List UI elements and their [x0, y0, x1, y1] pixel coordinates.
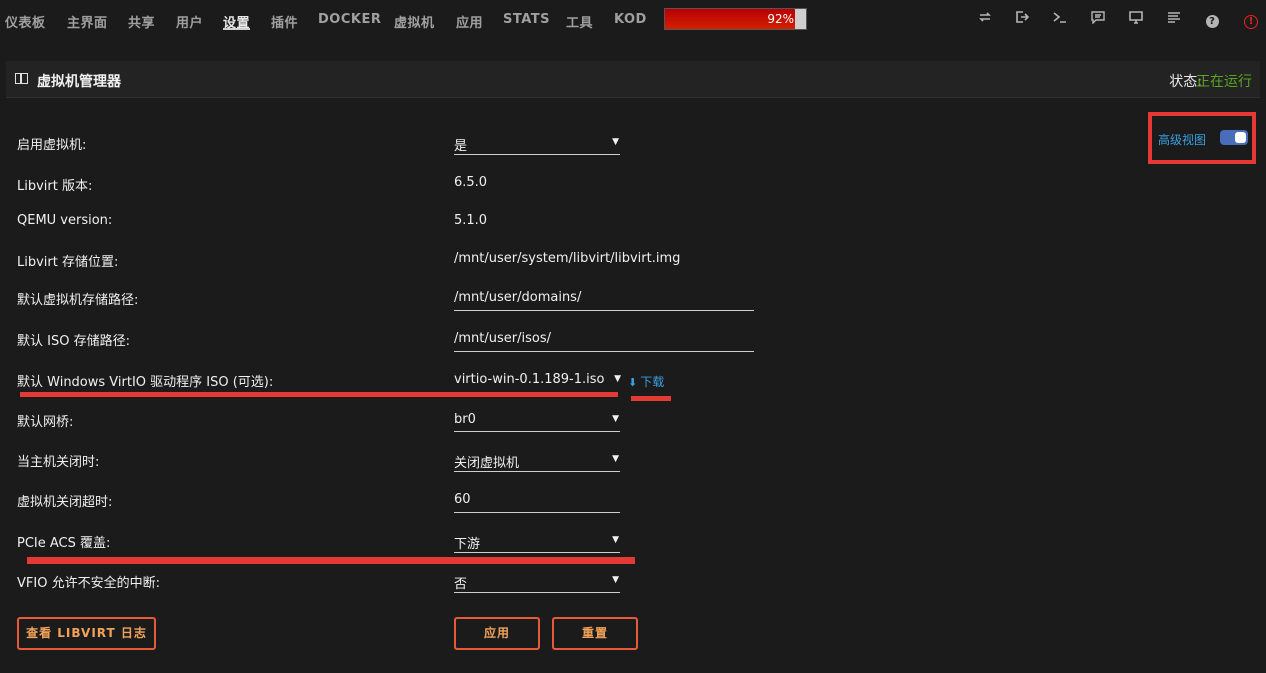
vfio-unsafe-label: VFIO 允许不安全的中断: — [17, 576, 160, 591]
nav-plugins[interactable]: 插件 — [271, 12, 298, 31]
help-icon[interactable]: ? — [1202, 10, 1222, 30]
nav-vms[interactable]: 虚拟机 — [394, 12, 435, 31]
nav-shares[interactable]: 共享 — [128, 12, 155, 31]
vfio-unsafe-select[interactable]: 否 ▼ — [454, 569, 620, 593]
download-link[interactable]: ⬇ 下载 — [628, 373, 664, 390]
pcie-acs-select[interactable]: 下游 ▼ — [454, 529, 620, 553]
default-iso-path-label: 默认 ISO 存储路径: — [17, 334, 130, 349]
default-iso-path-input[interactable] — [454, 326, 754, 352]
nav-main[interactable]: 主界面 — [67, 12, 108, 31]
usage-percent: 92% — [767, 12, 794, 26]
shutdown-timeout-input[interactable] — [454, 487, 620, 513]
enable-vm-select[interactable]: 是 ▼ — [454, 131, 620, 155]
download-label: 下载 — [640, 375, 665, 389]
chevron-down-icon: ▼ — [612, 575, 619, 585]
libvirt-version-label: Libvirt 版本: — [17, 179, 93, 194]
default-bridge-label: 默认网桥: — [17, 415, 74, 430]
terminal-icon[interactable] — [1050, 10, 1070, 30]
nav-tools[interactable]: 工具 — [566, 12, 593, 31]
reset-button[interactable]: 重置 — [552, 617, 638, 650]
pcie-acs-value: 下游 — [454, 537, 481, 552]
default-vm-path-input[interactable] — [454, 285, 754, 311]
usage-bar: 92% — [664, 8, 807, 30]
default-vm-path-label: 默认虚拟机存储路径: — [17, 293, 139, 308]
nav-docker[interactable]: DOCKER — [318, 12, 381, 30]
annotation-underline — [631, 396, 671, 401]
enable-vm-label: 启用虚拟机: — [17, 138, 87, 153]
chevron-down-icon: ▼ — [612, 137, 619, 147]
shutdown-timeout-label: 虚拟机关闭超时: — [17, 495, 113, 510]
chevron-down-icon: ▼ — [612, 454, 619, 464]
alert-icon[interactable]: ! — [1241, 10, 1261, 30]
default-bridge-value: br0 — [454, 412, 476, 427]
nav-settings[interactable]: 设置 — [223, 12, 251, 31]
nav-stats[interactable]: STATS — [503, 12, 550, 30]
monitor-icon[interactable] — [1126, 10, 1146, 30]
log-icon[interactable] — [1164, 10, 1184, 30]
libvirt-version-value: 6.5.0 — [454, 175, 488, 190]
logout-icon[interactable] — [1012, 10, 1032, 30]
qemu-version-label: QEMU version: — [17, 213, 113, 228]
nav-users[interactable]: 用户 — [176, 12, 203, 31]
default-bridge-select[interactable]: br0 ▼ — [454, 408, 620, 432]
top-navigation: 仪表板 主界面 共享 用户 设置 插件 DOCKER 虚拟机 应用 STATS … — [0, 0, 1266, 40]
virtio-iso-value: virtio-win-0.1.189-1.iso — [454, 372, 605, 387]
host-shutdown-label: 当主机关闭时: — [17, 455, 100, 470]
libvirt-storage-label: Libvirt 存储位置: — [17, 255, 119, 270]
view-libvirt-log-button[interactable]: 查看 LIBVIRT 日志 — [17, 617, 156, 650]
page-title: 虚拟机管理器 — [37, 74, 121, 90]
libvirt-storage-value: /mnt/user/system/libvirt/libvirt.img — [454, 251, 681, 266]
nav-apps[interactable]: 应用 — [456, 12, 483, 31]
enable-vm-value: 是 — [454, 139, 468, 154]
download-icon: ⬇ — [628, 376, 638, 389]
toggle-knob — [1235, 132, 1246, 143]
advanced-view-toggle[interactable] — [1220, 130, 1248, 145]
qemu-version-value: 5.1.0 — [454, 213, 488, 228]
pcie-acs-label: PCIe ACS 覆盖: — [17, 536, 111, 551]
annotation-underline — [27, 557, 635, 564]
status-value: 正在运行 — [1196, 74, 1252, 90]
panel-header: 虚拟机管理器 状态: 正在运行 — [6, 61, 1260, 98]
nav-dashboard[interactable]: 仪表板 — [5, 12, 46, 31]
nav-kod[interactable]: KOD — [614, 12, 647, 30]
panel-layout-icon — [15, 73, 28, 84]
chevron-down-icon: ▼ — [614, 374, 621, 384]
feedback-icon[interactable] — [1088, 10, 1108, 30]
chevron-down-icon: ▼ — [612, 414, 619, 424]
apply-button[interactable]: 应用 — [454, 617, 540, 650]
annotation-underline — [20, 392, 618, 397]
vfio-unsafe-value: 否 — [454, 577, 468, 592]
host-shutdown-select[interactable]: 关闭虚拟机 ▼ — [454, 448, 620, 472]
advanced-view-label[interactable]: 高级视图 — [1158, 131, 1206, 148]
virtio-iso-label: 默认 Windows VirtIO 驱动程序 ISO (可选): — [17, 375, 274, 390]
sync-icon[interactable] — [975, 10, 995, 30]
virtio-iso-select[interactable]: virtio-win-0.1.189-1.iso ▼ — [454, 368, 621, 392]
host-shutdown-value: 关闭虚拟机 — [454, 456, 520, 471]
chevron-down-icon: ▼ — [612, 535, 619, 545]
